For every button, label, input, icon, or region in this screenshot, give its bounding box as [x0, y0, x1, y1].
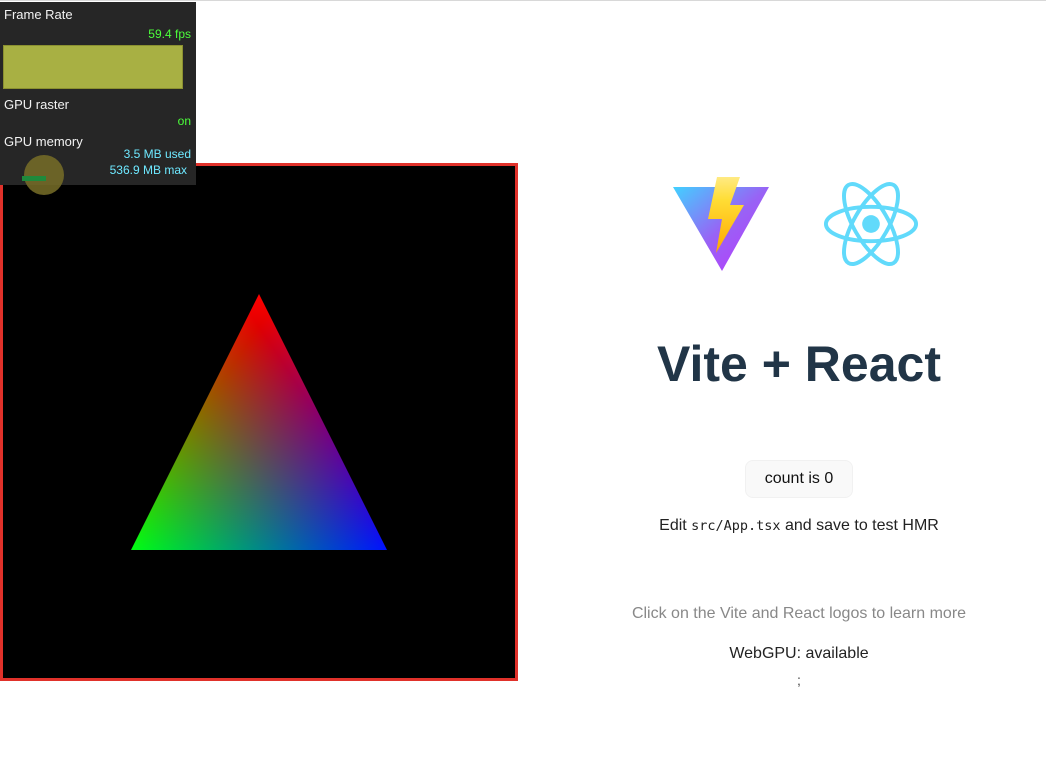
rendering-stats-overlay: Frame Rate 59.4 fps GPU raster on GPU me…: [0, 2, 196, 195]
vite-logo-icon: [673, 177, 769, 271]
gpu-memory-indicator: [24, 155, 64, 195]
top-divider: [0, 0, 1046, 1]
count-button[interactable]: count is 0: [745, 460, 853, 498]
edit-hint-code: src/App.tsx: [691, 518, 781, 534]
gpu-memory-label: GPU memory: [4, 134, 83, 149]
react-logo-link[interactable]: [822, 170, 920, 283]
frame-rate-label: Frame Rate: [4, 7, 73, 22]
triangle-render: [131, 294, 387, 550]
gpu-raster-label: GPU raster: [4, 97, 70, 112]
webgpu-status: WebGPU: available: [729, 645, 869, 662]
gpu-raster-value: on: [177, 114, 191, 128]
edit-hint-suffix: and save to test HMR: [780, 517, 939, 534]
react-logo-icon: [823, 182, 919, 266]
frame-rate-value: 59.4 fps: [148, 27, 191, 41]
gpu-memory-max: 536.9 MB max: [109, 163, 187, 177]
trailing-text: ;: [797, 672, 801, 688]
gpu-memory-used: 3.5 MB used: [123, 147, 191, 161]
vite-logo-link[interactable]: [672, 175, 770, 278]
webgpu-canvas[interactable]: [0, 163, 518, 681]
page-title: Vite + React: [657, 336, 941, 392]
gpu-memory-bar: [22, 176, 46, 181]
frame-rate-graph: [3, 45, 183, 89]
edit-hint-prefix: Edit: [659, 517, 692, 534]
read-docs-text: Click on the Vite and React logos to lea…: [631, 605, 967, 622]
edit-hint: Edit src/App.tsx and save to test HMR: [600, 516, 998, 536]
